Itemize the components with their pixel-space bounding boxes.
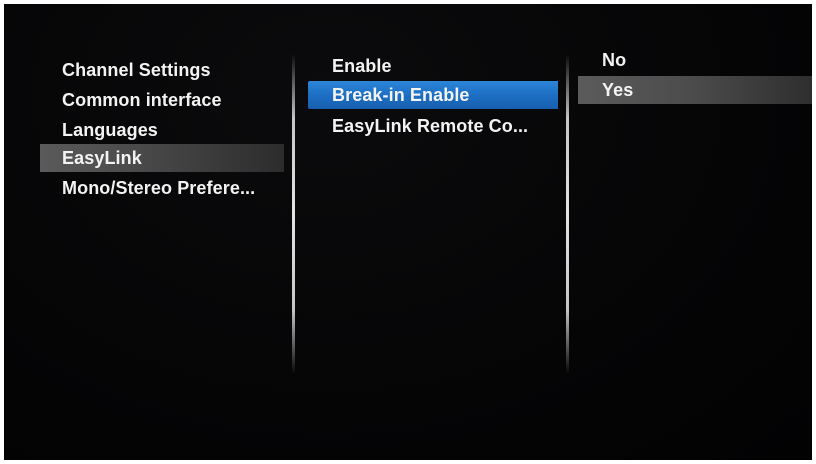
column-divider	[566, 54, 569, 374]
option-label: No	[602, 50, 627, 70]
menu-item-easylink[interactable]: EasyLink	[40, 144, 284, 172]
settings-category-list: Channel Settings Common interface Langua…	[4, 4, 292, 460]
menu-item-mono-stereo-preference[interactable]: Mono/Stereo Prefere...	[40, 174, 284, 202]
menu-item-channel-settings[interactable]: Channel Settings	[40, 56, 284, 84]
menu-item-common-interface[interactable]: Common interface	[40, 86, 284, 114]
menu-item-label: Break-in Enable	[332, 85, 470, 105]
menu-item-label: Channel Settings	[62, 60, 211, 80]
menu-item-enable[interactable]: Enable	[308, 52, 558, 80]
menu-item-break-in-enable[interactable]: Break-in Enable	[308, 81, 558, 109]
tv-settings-screen: Channel Settings Common interface Langua…	[4, 4, 812, 460]
menu-item-label: Mono/Stereo Prefere...	[62, 178, 256, 198]
menu-item-languages[interactable]: Languages	[40, 116, 284, 144]
menu-item-label: Enable	[332, 56, 392, 76]
menu-item-label: Common interface	[62, 90, 222, 110]
menu-item-label: EasyLink Remote Co...	[332, 116, 529, 136]
option-no[interactable]: No	[578, 46, 812, 74]
option-value-list: No Yes	[570, 4, 812, 460]
option-yes[interactable]: Yes	[578, 76, 812, 104]
column-divider	[292, 54, 295, 374]
menu-item-label: EasyLink	[62, 148, 142, 168]
easylink-submenu: Enable Break-in Enable EasyLink Remote C…	[296, 4, 566, 460]
option-label: Yes	[602, 80, 634, 100]
menu-item-easylink-remote-control[interactable]: EasyLink Remote Co...	[308, 112, 558, 140]
menu-item-label: Languages	[62, 120, 158, 140]
